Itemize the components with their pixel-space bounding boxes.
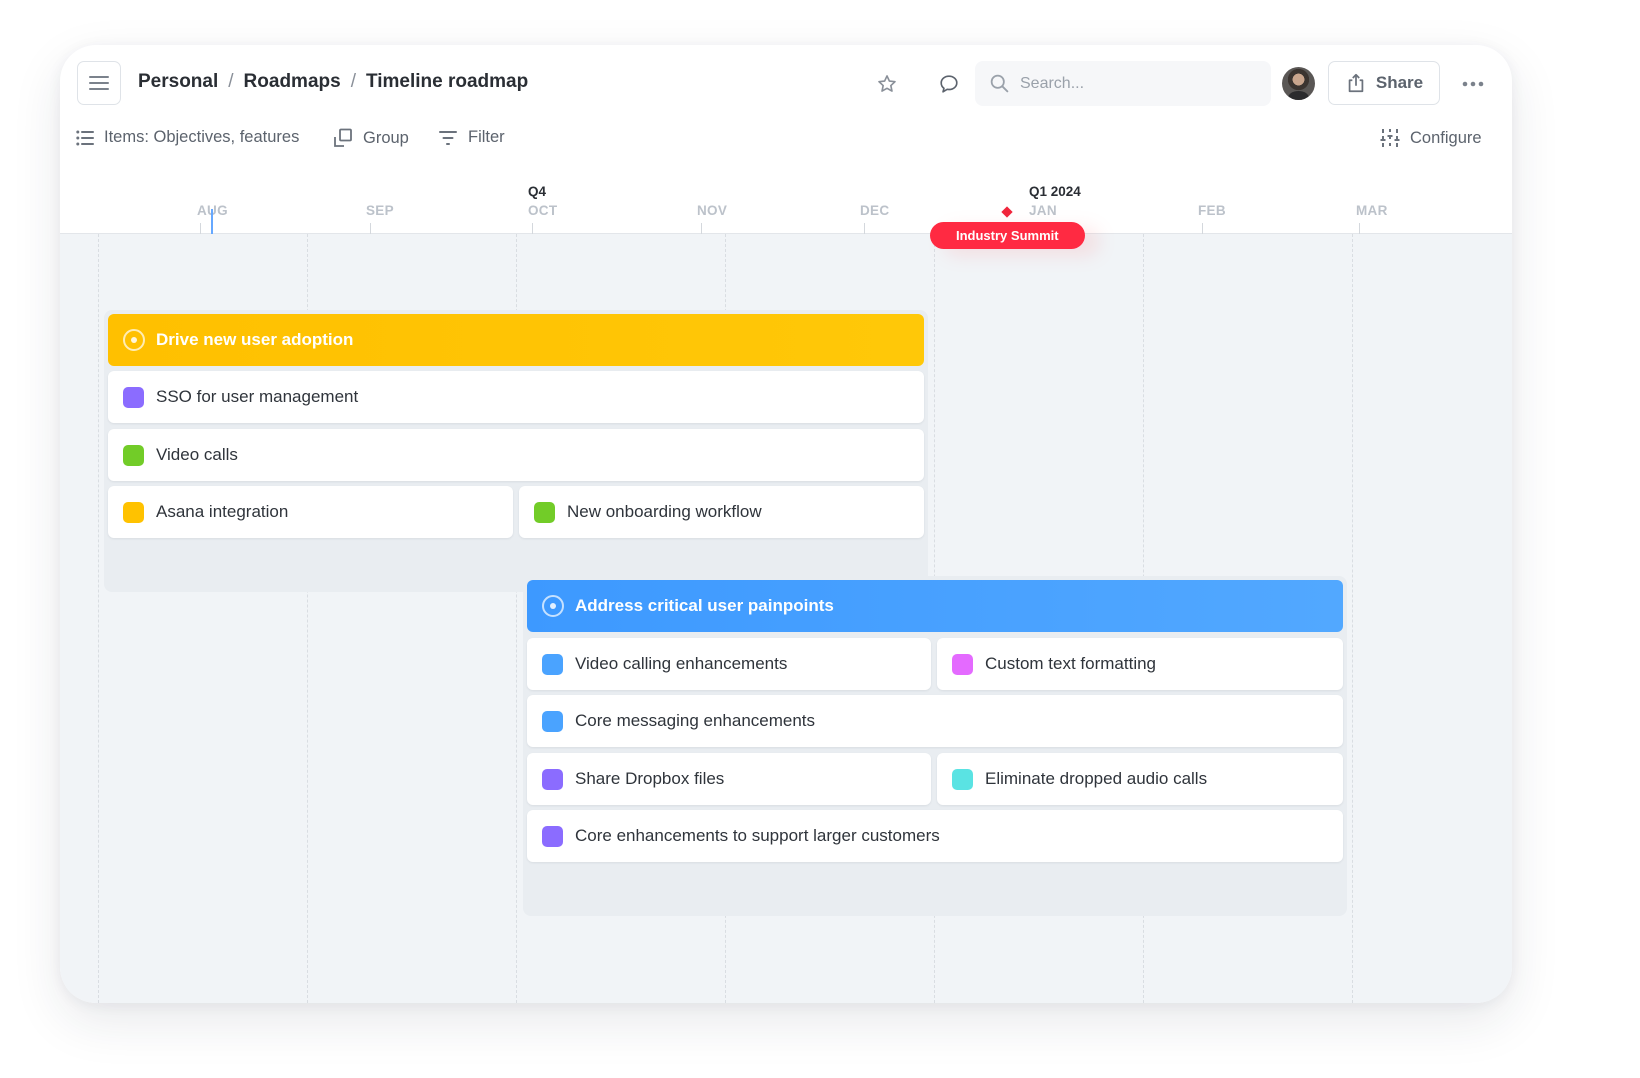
month-label: JAN — [1029, 203, 1057, 218]
gridline — [1352, 234, 1353, 1003]
filter-button[interactable]: Filter — [438, 128, 505, 147]
feature-color-swatch — [542, 825, 563, 847]
feature-title: Video calling enhancements — [575, 654, 788, 673]
feature-card[interactable]: Share Dropbox files — [527, 753, 931, 805]
milestone-diamond-icon[interactable] — [1001, 206, 1013, 218]
comments-button[interactable] — [934, 69, 964, 99]
sliders-icon — [1380, 129, 1400, 147]
objective-bar[interactable]: Drive new user adoption — [108, 314, 924, 366]
feature-title: SSO for user management — [156, 387, 359, 406]
feature-title: Core messaging enhancements — [575, 711, 816, 730]
feature-card[interactable]: New onboarding workflow — [519, 486, 924, 538]
configure-button[interactable]: Configure — [1380, 128, 1482, 148]
feature-title: New onboarding workflow — [567, 502, 762, 521]
feature-title: Custom text formatting — [985, 654, 1157, 673]
hamburger-icon — [89, 76, 109, 90]
month-label: FEB — [1198, 203, 1226, 218]
feature-color-swatch — [534, 501, 555, 523]
more-options-button[interactable] — [1458, 69, 1488, 99]
today-marker — [211, 209, 213, 234]
month-tick — [864, 223, 865, 234]
items-label: Items: Objectives, features — [104, 128, 300, 146]
group-icon — [334, 128, 352, 147]
top-bar: Personal / Roadmaps / Timeline roadmap S… — [60, 45, 1512, 123]
feature-color-swatch — [123, 386, 144, 408]
group-label: Group — [363, 128, 409, 147]
feature-color-swatch — [542, 710, 563, 732]
month-label: SEP — [366, 203, 394, 218]
feature-color-swatch — [542, 768, 563, 790]
feature-title: Asana integration — [156, 502, 289, 521]
breadcrumb-separator: / — [350, 71, 356, 92]
month-label: NOV — [697, 203, 728, 218]
month-tick — [1202, 223, 1203, 234]
month-label: DEC — [860, 203, 890, 218]
search-field[interactable] — [975, 61, 1271, 106]
configure-label: Configure — [1410, 128, 1482, 147]
feature-card[interactable]: Video calling enhancements — [527, 638, 931, 690]
share-button[interactable]: Share — [1328, 61, 1440, 105]
favorite-button[interactable] — [872, 69, 902, 99]
feature-title: Share Dropbox files — [575, 769, 725, 788]
feature-color-swatch — [952, 653, 973, 675]
feature-card[interactable]: Video calls — [108, 429, 924, 481]
breadcrumb-timeline-roadmap: Timeline roadmap — [365, 71, 529, 92]
search-icon — [990, 74, 1009, 93]
feature-title: Eliminate dropped audio calls — [985, 769, 1208, 788]
feature-color-swatch — [542, 653, 563, 675]
milestone-label: Industry Summit — [956, 228, 1059, 243]
share-icon — [1348, 73, 1364, 93]
feature-card[interactable]: Core messaging enhancements — [527, 695, 1343, 747]
search-input[interactable] — [1020, 74, 1250, 93]
objective-title: Drive new user adoption — [156, 330, 354, 349]
group-button[interactable]: Group — [333, 128, 409, 148]
feature-color-swatch — [123, 501, 144, 523]
month-tick — [701, 223, 702, 234]
quarter-label: Q1 2024 — [1029, 184, 1081, 199]
breadcrumb: Personal / Roadmaps / Timeline roadmap — [138, 71, 528, 93]
comment-icon — [940, 75, 958, 93]
month-tick — [370, 223, 371, 234]
month-tick — [200, 223, 201, 234]
view-toolbar: Items: Objectives, features Group Filter — [60, 123, 1512, 157]
month-label: MAR — [1356, 203, 1388, 218]
list-icon — [76, 130, 94, 145]
feature-card[interactable]: Eliminate dropped audio calls — [937, 753, 1343, 805]
feature-color-swatch — [123, 444, 144, 466]
milestone-industry-summit[interactable]: Industry Summit — [930, 222, 1085, 249]
objective-bar[interactable]: Address critical user painpoints — [527, 580, 1343, 632]
feature-card[interactable]: Asana integration — [108, 486, 513, 538]
star-icon — [878, 75, 896, 92]
month-tick — [1359, 223, 1360, 234]
roadmap-window: Personal / Roadmaps / Timeline roadmap S… — [60, 45, 1512, 1003]
month-label: OCT — [528, 203, 558, 218]
objective-target-icon — [542, 595, 564, 617]
filter-icon — [439, 130, 457, 145]
feature-title: Video calls — [156, 445, 238, 464]
feature-card[interactable]: Core enhancements to support larger cust… — [527, 810, 1343, 862]
feature-color-swatch — [952, 768, 973, 790]
month-tick — [532, 223, 533, 234]
objective-target-icon — [123, 329, 145, 351]
gridline — [98, 234, 99, 1003]
breadcrumb-personal[interactable]: Personal — [138, 71, 218, 93]
objective-title: Address critical user painpoints — [575, 596, 834, 615]
breadcrumb-roadmaps[interactable]: Roadmaps — [244, 71, 341, 93]
share-label: Share — [1375, 73, 1424, 92]
menu-button[interactable] — [77, 61, 121, 105]
feature-card[interactable]: Custom text formatting — [937, 638, 1343, 690]
items-filter-button[interactable]: Items: Objectives, features — [76, 128, 299, 147]
user-avatar[interactable] — [1282, 67, 1315, 100]
timeline-canvas: Drive new user adoption SSO for user man… — [60, 234, 1512, 1003]
more-icon — [1462, 81, 1484, 87]
timeline-header: Q4 Q1 2024 AUG SEP OCT NOV DEC JAN FEB M… — [60, 165, 1512, 249]
filter-label: Filter — [468, 128, 505, 146]
quarter-label: Q4 — [528, 184, 547, 199]
breadcrumb-separator: / — [228, 71, 234, 92]
feature-card[interactable]: SSO for user management — [108, 371, 924, 423]
feature-title: Core enhancements to support larger cust… — [575, 826, 940, 845]
